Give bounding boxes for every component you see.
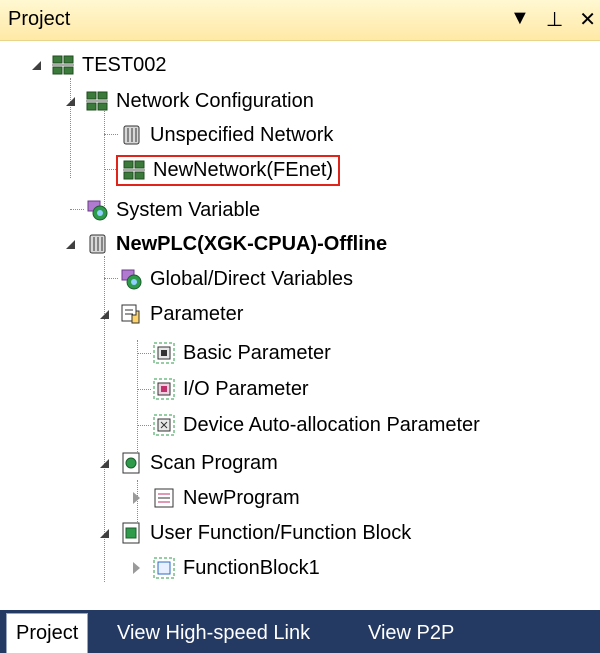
system-variable-icon xyxy=(86,199,108,221)
tree-item-plc[interactable]: NewPLC(XGK-CPUA)-Offline xyxy=(60,227,387,261)
tree-connector xyxy=(137,425,151,426)
tree-item-io-parameter[interactable]: I/O Parameter xyxy=(153,372,309,406)
basic-parameter-icon xyxy=(153,342,175,364)
device-allocation-icon xyxy=(153,414,175,436)
tree-item-system-variable[interactable]: System Variable xyxy=(86,193,260,227)
io-parameter-icon xyxy=(153,378,175,400)
tree-item-label: Unspecified Network xyxy=(150,123,334,146)
tree-item-label: Scan Program xyxy=(150,451,278,474)
tree-item-label: Network Configuration xyxy=(116,89,314,112)
bottom-tab-bar: Project View High-speed Link View P2P xyxy=(0,610,600,653)
tree-item-function-block1[interactable]: FunctionBlock1 xyxy=(127,551,320,585)
tree-item-new-program[interactable]: NewProgram xyxy=(127,481,300,515)
selected-item-highlight: NewNetwork(FEnet) xyxy=(115,154,341,186)
tree-item-basic-parameter[interactable]: Basic Parameter xyxy=(153,336,331,370)
tree-item-label: TEST002 xyxy=(82,53,167,76)
fenet-network-icon xyxy=(123,159,145,181)
collapse-arrow-icon[interactable] xyxy=(32,61,41,70)
panel-titlebar: Project ▼ ⊥ ✕ xyxy=(0,0,600,41)
network-config-icon xyxy=(86,90,108,112)
unspecified-network-icon xyxy=(120,124,142,146)
parameter-icon xyxy=(120,303,142,325)
tree-item-scan-program[interactable]: Scan Program xyxy=(94,446,278,480)
project-tree: TEST002 Network Configuration Unspecifie… xyxy=(0,40,600,598)
tab-project[interactable]: Project xyxy=(6,613,89,653)
tree-item-label: FunctionBlock1 xyxy=(183,556,320,579)
tree-connector xyxy=(104,169,118,170)
tree-item-device-auto-allocation[interactable]: Device Auto-allocation Parameter xyxy=(153,408,480,442)
function-block-folder-icon xyxy=(120,522,142,544)
tree-item-label: NewNetwork(FEnet) xyxy=(153,158,334,181)
collapse-arrow-icon[interactable] xyxy=(66,240,75,249)
tab-view-high-speed-link[interactable]: View High-speed Link xyxy=(108,614,319,653)
expand-arrow-icon[interactable] xyxy=(133,562,140,574)
scan-program-icon xyxy=(120,452,142,474)
program-icon xyxy=(153,487,175,509)
global-variables-icon xyxy=(120,268,142,290)
tree-item-label: User Function/Function Block xyxy=(150,521,412,544)
pin-icon[interactable]: ⊥ xyxy=(546,7,563,32)
tree-item-label: Parameter xyxy=(150,302,244,325)
tree-connector xyxy=(70,209,84,210)
tree-item-label: I/O Parameter xyxy=(183,377,309,400)
plc-icon xyxy=(86,233,108,255)
tree-connector xyxy=(104,278,118,279)
function-block-icon xyxy=(153,557,175,579)
tree-item-label: NewPLC(XGK-CPUA)-Offline xyxy=(116,232,388,255)
tree-item-label: Basic Parameter xyxy=(183,341,331,364)
expand-arrow-icon[interactable] xyxy=(133,492,140,504)
tree-item-label: Global/Direct Variables xyxy=(150,267,354,290)
close-icon[interactable]: ✕ xyxy=(579,7,596,32)
tree-connector xyxy=(137,389,151,390)
collapse-arrow-icon[interactable] xyxy=(100,529,109,538)
dropdown-icon[interactable]: ▼ xyxy=(510,7,530,32)
collapse-arrow-icon[interactable] xyxy=(100,310,109,319)
tree-item-root[interactable]: TEST002 xyxy=(26,48,166,82)
tree-item-parameter[interactable]: Parameter xyxy=(94,297,243,331)
tree-connector xyxy=(104,134,118,135)
collapse-arrow-icon[interactable] xyxy=(66,97,75,106)
tree-item-network-configuration[interactable]: Network Configuration xyxy=(60,84,314,118)
tree-item-label: NewProgram xyxy=(183,486,300,509)
tab-view-p2p[interactable]: View P2P xyxy=(359,614,463,653)
tree-item-unspecified-network[interactable]: Unspecified Network xyxy=(120,118,333,152)
tree-item-global-direct-variables[interactable]: Global/Direct Variables xyxy=(120,262,353,296)
tree-item-label: System Variable xyxy=(116,198,261,221)
panel-controls: ▼ ⊥ ✕ xyxy=(510,7,596,32)
tree-item-user-function-block[interactable]: User Function/Function Block xyxy=(94,516,411,550)
tree-item-new-network[interactable]: NewNetwork(FEnet) xyxy=(115,153,341,187)
tree-item-label: Device Auto-allocation Parameter xyxy=(183,413,480,436)
panel-title: Project xyxy=(8,8,71,30)
collapse-arrow-icon[interactable] xyxy=(100,459,109,468)
project-network-icon xyxy=(52,54,74,76)
tree-connector xyxy=(137,353,151,354)
